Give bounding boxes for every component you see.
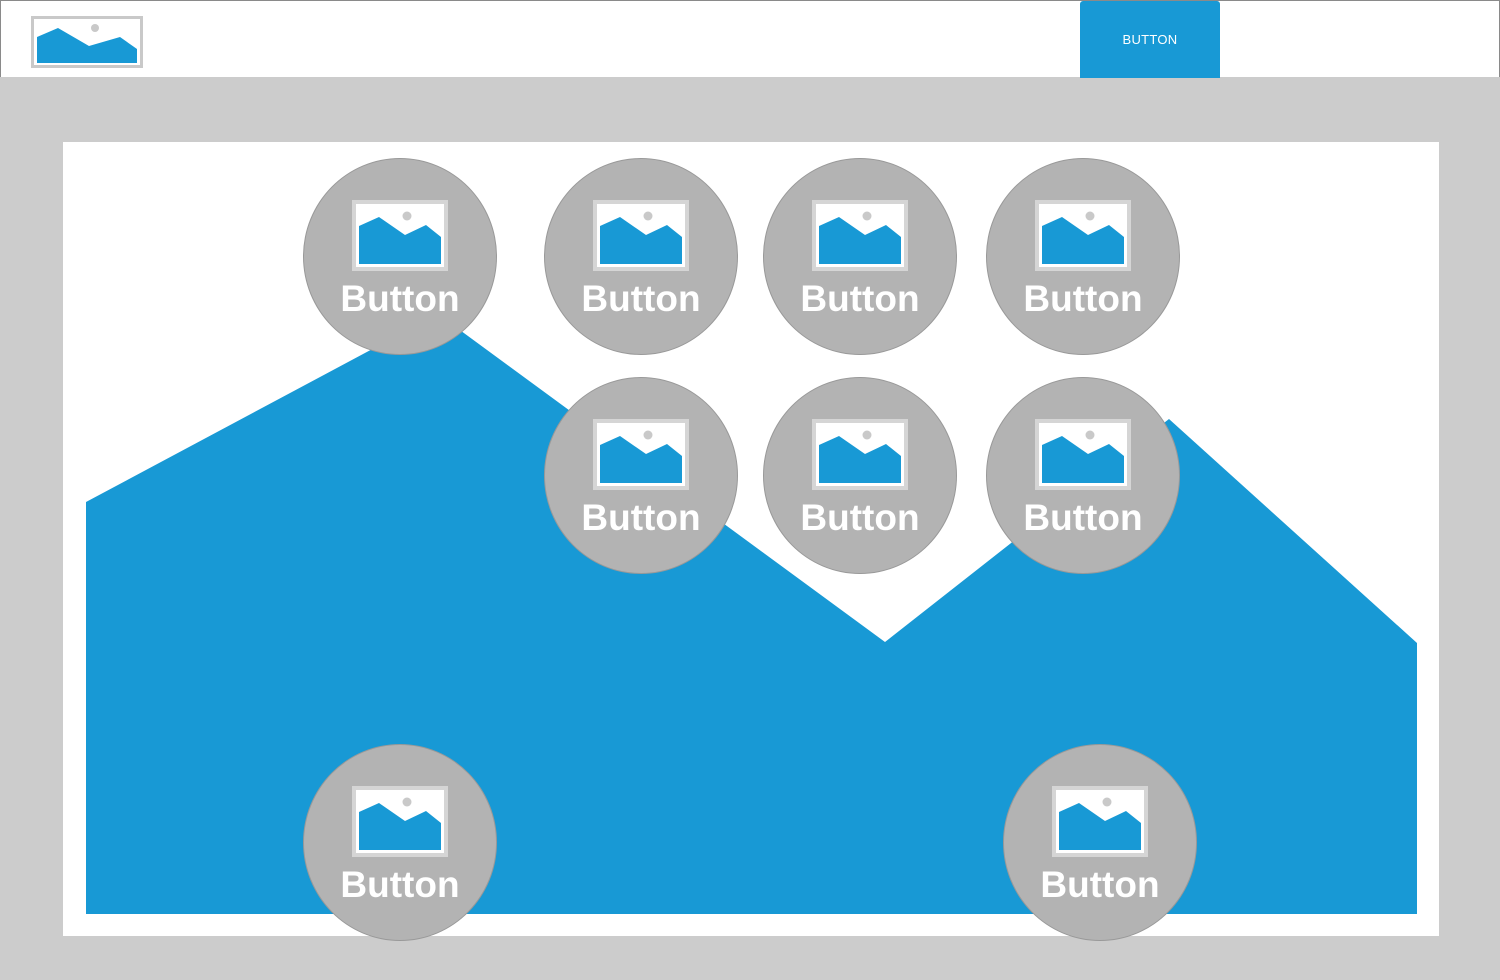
image-placeholder-icon [352,786,448,857]
mountain-shape [86,314,1417,914]
circle-button-label: Button [1023,497,1143,538]
image-placeholder-icon [593,200,689,271]
image-placeholder-icon [352,200,448,271]
circle-button-1[interactable]: Button [303,158,497,355]
circle-button-label: Button [581,278,701,319]
circle-button-3[interactable]: Button [763,158,957,355]
circle-button-6[interactable]: Button [763,377,957,574]
circle-button-5[interactable]: Button [544,377,738,574]
image-placeholder-icon [1052,786,1148,857]
circle-button-label: Button [581,497,701,538]
circle-button-label: Button [800,497,920,538]
circle-button-label: Button [1040,864,1160,905]
image-placeholder-icon [1035,419,1131,490]
circle-button-2[interactable]: Button [544,158,738,355]
circle-button-4[interactable]: Button [986,158,1180,355]
header-bar: BUTTON [0,0,1500,78]
circle-button-label: Button [340,864,460,905]
header-button[interactable]: BUTTON [1080,1,1220,78]
image-placeholder-icon [812,419,908,490]
circle-button-label: Button [800,278,920,319]
image-placeholder-icon [593,419,689,490]
circle-button-label: Button [340,278,460,319]
logo-image-placeholder-icon [31,16,143,68]
image-placeholder-icon [812,200,908,271]
mountain-background-image [86,314,1417,914]
circle-button-7[interactable]: Button [986,377,1180,574]
circle-button-9[interactable]: Button [1003,744,1197,941]
main-panel: Button Button Button Button Button Butto… [63,142,1439,941]
circle-button-8[interactable]: Button [303,744,497,941]
circle-button-label: Button [1023,278,1143,319]
image-placeholder-icon [1035,200,1131,271]
